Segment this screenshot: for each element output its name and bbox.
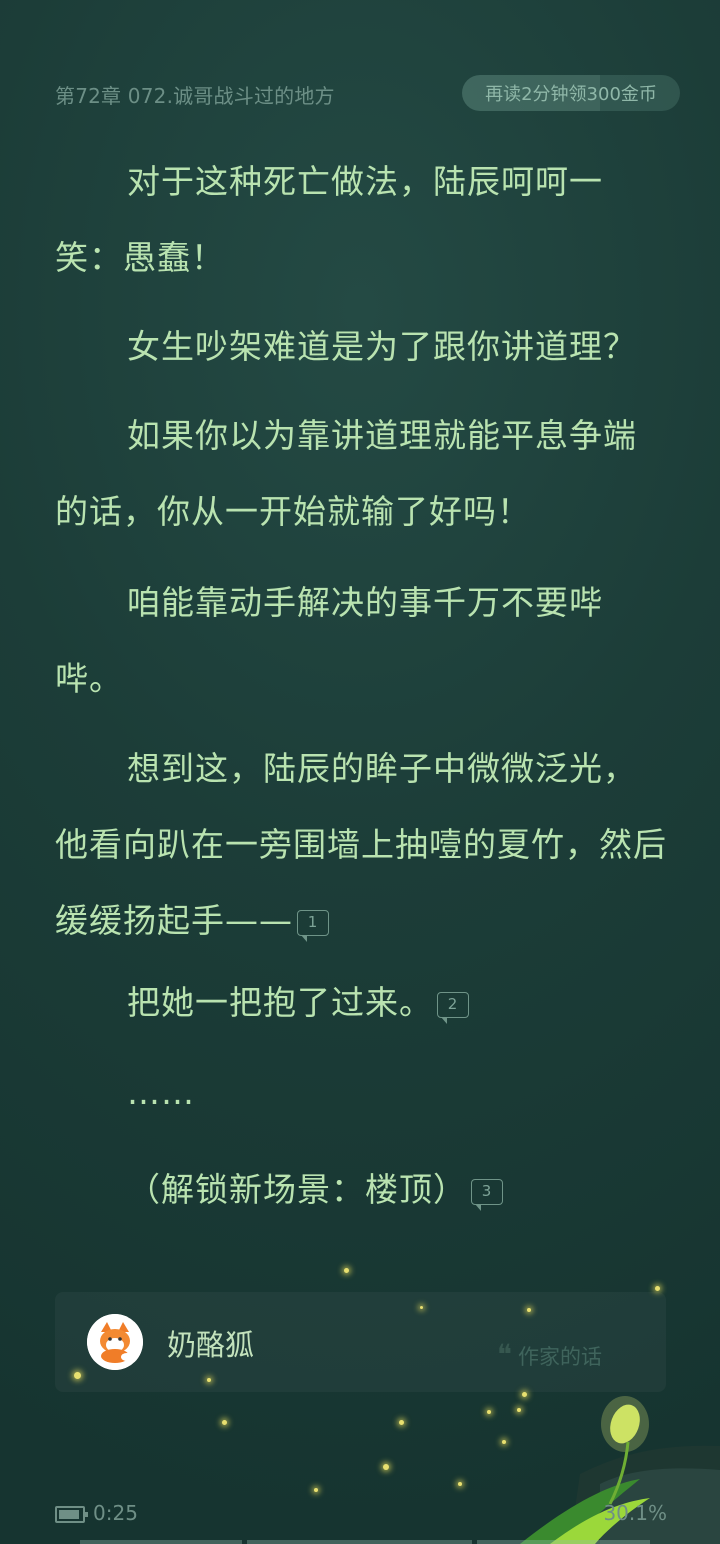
reading-reward-button[interactable]: 再读2分钟领300金币 (462, 75, 680, 111)
paragraph: …… (127, 1073, 195, 1112)
firefly-decoration (74, 1372, 81, 1379)
author-words-link[interactable]: ❝ 作家的话 (497, 1338, 602, 1371)
firefly-decoration (383, 1464, 389, 1470)
paragraph: 如果你以为靠讲道理就能平息争端的话，你从一开始就输了好吗！ (55, 416, 637, 531)
bottom-divider (80, 1540, 720, 1544)
firefly-decoration (314, 1488, 318, 1492)
firefly-decoration (655, 1286, 660, 1291)
chapter-title: 第72章 072.诚哥战斗过的地方 (55, 84, 335, 108)
paragraph: 对于这种死亡做法，陆辰呵呵一笑：愚蠢！ (55, 162, 603, 277)
divider-segment (477, 1540, 650, 1544)
clock-time: 0:25 (93, 1501, 138, 1525)
firefly-decoration (207, 1378, 211, 1382)
author-name: 奶酪狐 (167, 1328, 255, 1362)
reward-label: 再读2分钟领300金币 (485, 84, 657, 105)
paragraph: 女生吵架难道是为了跟你讲道理？ (127, 327, 637, 366)
divider-segment (247, 1540, 472, 1544)
reader-header: 第72章 072.诚哥战斗过的地方 再读2分钟领300金币 (55, 75, 680, 114)
reading-progress-percent: 30.1% (603, 1501, 667, 1525)
paragraph: （解锁新场景：楼顶） 3 (55, 1152, 667, 1228)
divider-segment (80, 1540, 242, 1544)
comment-bubble-icon[interactable]: 2 (437, 991, 469, 1024)
reader-status-bar: 0:25 30.1% (55, 1500, 667, 1530)
firefly-decoration (344, 1268, 349, 1273)
fox-avatar-icon (87, 1314, 143, 1370)
firefly-decoration (527, 1308, 531, 1312)
quote-icon: ❝ (496, 1338, 512, 1371)
paragraph: 咱能靠动手解决的事千万不要哔哔。 (55, 583, 603, 698)
comment-bubble-icon[interactable]: 3 (471, 1178, 503, 1211)
paragraph: 想到这，陆辰的眸子中微微泛光，他看向趴在一旁围墙上抽噎的夏竹，然后缓缓扬起手——… (55, 749, 667, 942)
battery-icon (55, 1506, 88, 1523)
comment-bubble-icon[interactable]: 1 (297, 909, 329, 942)
author-avatar[interactable] (87, 1314, 143, 1370)
firefly-decoration (222, 1420, 227, 1425)
firefly-decoration (420, 1306, 423, 1309)
paragraph: 把她一把抱了过来。 2 (55, 965, 667, 1041)
